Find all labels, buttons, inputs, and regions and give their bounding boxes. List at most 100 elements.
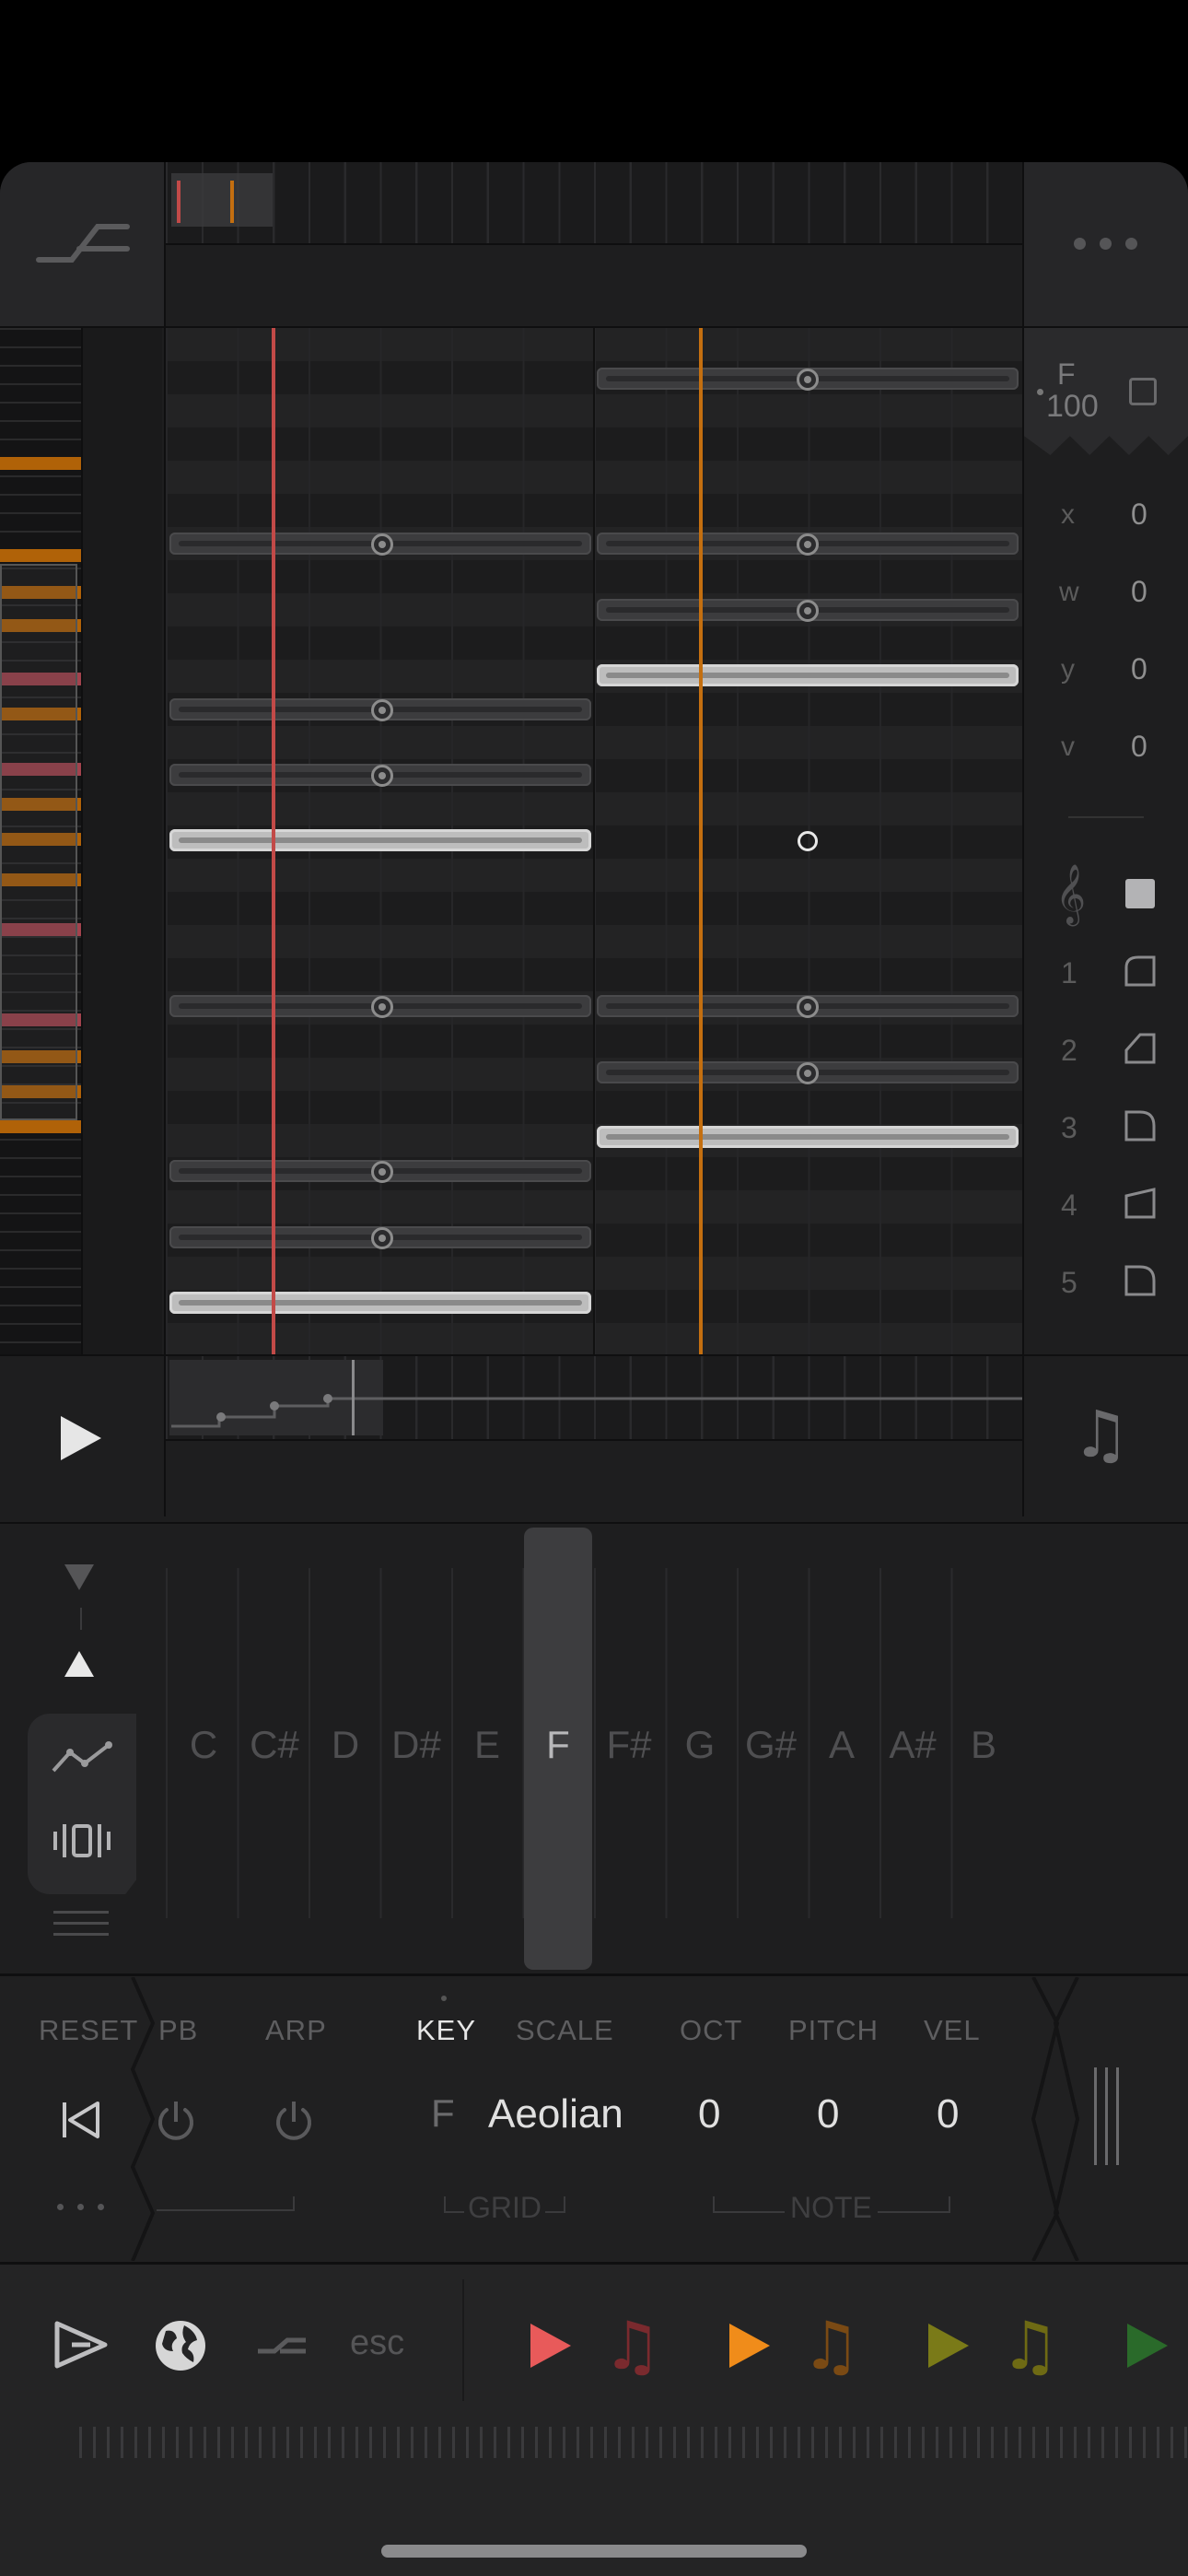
key-indicator-dot: [441, 1996, 447, 2001]
key-B[interactable]: B: [948, 1723, 1019, 1767]
vel-value[interactable]: 0: [937, 2091, 959, 2137]
key-G-sharp[interactable]: G#: [735, 1723, 807, 1767]
key-G[interactable]: G: [664, 1723, 736, 1767]
oct-value[interactable]: 0: [698, 2091, 720, 2137]
track2-play-icon[interactable]: [729, 2324, 770, 2368]
divider: [1022, 162, 1024, 1516]
esc-button[interactable]: esc: [350, 2324, 404, 2363]
key-D[interactable]: D: [309, 1723, 381, 1767]
home-indicator[interactable]: [381, 2545, 807, 2558]
octave-divider: [80, 1608, 82, 1630]
note-badge-name: F: [1057, 357, 1076, 391]
note[interactable]: [169, 1226, 591, 1249]
key-D-sharp[interactable]: D#: [380, 1723, 452, 1767]
field-label-v: v: [1061, 732, 1075, 762]
divider: [166, 243, 1022, 245]
note[interactable]: [169, 1292, 591, 1314]
channel-shape-icon[interactable]: [1124, 1264, 1157, 1297]
globe-icon[interactable]: [153, 2318, 208, 2373]
arp-power-icon[interactable]: [271, 2099, 317, 2145]
playhead-orange[interactable]: [699, 328, 703, 1354]
pb-arp-bracket: [157, 2196, 295, 2211]
reset-label[interactable]: RESET: [39, 2014, 138, 2047]
note[interactable]: [169, 698, 591, 721]
note[interactable]: [169, 1160, 591, 1183]
channel-shape-icon[interactable]: [1124, 1032, 1157, 1065]
key-F[interactable]: F: [522, 1723, 594, 1767]
menu-lines-icon[interactable]: [53, 1909, 109, 1938]
velocity-lane[interactable]: [83, 328, 162, 1354]
more-dots-icon[interactable]: [57, 2204, 109, 2211]
channel-label: 4: [1061, 1188, 1077, 1222]
cursor-ring: [798, 831, 818, 851]
more-icon[interactable]: [1074, 238, 1138, 251]
note[interactable]: [597, 1126, 1019, 1148]
note[interactable]: [169, 533, 591, 556]
note[interactable]: [597, 1061, 1019, 1084]
checkbox-icon[interactable]: [1129, 378, 1157, 405]
link-curve-icon[interactable]: [256, 2335, 308, 2357]
key-F-sharp[interactable]: F#: [593, 1723, 665, 1767]
track2-note-icon[interactable]: ♫: [801, 2307, 861, 2384]
play-button[interactable]: [61, 1416, 101, 1460]
key-value[interactable]: F: [431, 2091, 455, 2136]
note[interactable]: [597, 599, 1019, 622]
pitch-value[interactable]: 0: [817, 2091, 839, 2137]
track1-play-icon[interactable]: [530, 2324, 571, 2368]
skip-back-icon[interactable]: [61, 2101, 101, 2139]
octave-down-icon[interactable]: [64, 1564, 94, 1590]
graph-line-icon[interactable]: [50, 1739, 114, 1776]
channel-shape-icon[interactable]: [1124, 954, 1157, 988]
channel-shape-icon[interactable]: [1124, 1109, 1157, 1142]
track3-note-icon[interactable]: ♫: [1000, 2307, 1060, 2384]
key-C[interactable]: C: [168, 1723, 239, 1767]
channel-label: 3: [1061, 1111, 1077, 1144]
automation-curve: [171, 1360, 1022, 1435]
octave-up-icon[interactable]: [64, 1651, 94, 1677]
bar-divider: [593, 328, 595, 1354]
note[interactable]: [597, 533, 1019, 556]
curve-step-icon[interactable]: [35, 214, 131, 269]
field-label-w: w: [1059, 577, 1079, 607]
overview-grid: [166, 162, 1022, 243]
field-value-y[interactable]: 0: [1131, 652, 1147, 686]
key-E[interactable]: E: [451, 1723, 523, 1767]
key-A-sharp[interactable]: A#: [877, 1723, 949, 1767]
scale-label: SCALE: [516, 2014, 614, 2046]
field-value-v[interactable]: 0: [1131, 730, 1147, 764]
track1-note-icon[interactable]: ♫: [602, 2307, 662, 2384]
pb-power-icon[interactable]: [153, 2099, 199, 2145]
note[interactable]: [597, 995, 1019, 1018]
zigzag-divider: [1031, 1977, 1080, 2261]
oct-label: OCT: [680, 2014, 743, 2046]
field-value-x[interactable]: 0: [1131, 498, 1147, 532]
channel-label: 1: [1061, 956, 1077, 989]
pb-label: PB: [158, 2014, 199, 2046]
send-icon[interactable]: [53, 2320, 109, 2370]
overview-red-marker: [177, 181, 181, 223]
note-label: NOTE: [785, 2191, 878, 2225]
key-A[interactable]: A: [806, 1723, 878, 1767]
pitch-label: PITCH: [788, 2014, 879, 2046]
music-note-icon[interactable]: ♫: [1072, 1397, 1130, 1472]
divider: [0, 1522, 1188, 1524]
square-filled-icon[interactable]: [1125, 879, 1155, 908]
note[interactable]: [169, 764, 591, 787]
channel-label: 2: [1061, 1034, 1077, 1067]
fader-lines-icon[interactable]: [1092, 2067, 1122, 2169]
field-label-y: y: [1061, 654, 1075, 685]
scale-value[interactable]: Aeolian: [488, 2091, 623, 2137]
note[interactable]: [169, 995, 591, 1018]
playhead-red[interactable]: [272, 328, 275, 1354]
note[interactable]: [597, 664, 1019, 686]
note[interactable]: [169, 829, 591, 851]
waveform-bars-icon[interactable]: [50, 1821, 114, 1861]
overview-viewport[interactable]: [171, 173, 273, 227]
channel-shape-icon[interactable]: [1124, 1187, 1157, 1220]
track3-play-icon[interactable]: [928, 2324, 969, 2368]
key-C-sharp[interactable]: C#: [239, 1723, 310, 1767]
treble-clef-icon[interactable]: 𝄞: [1055, 864, 1086, 925]
track4-play-icon[interactable]: [1127, 2324, 1168, 2368]
note[interactable]: [597, 368, 1019, 391]
field-value-w[interactable]: 0: [1131, 575, 1147, 609]
